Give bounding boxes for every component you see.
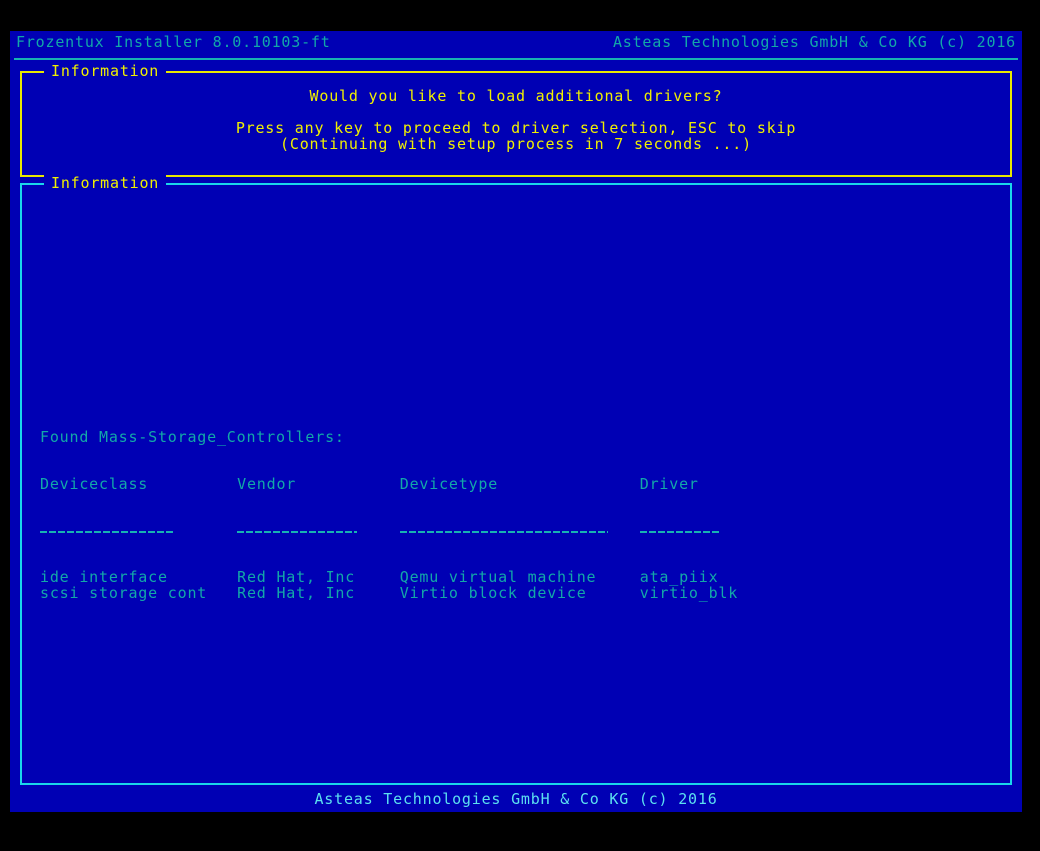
rule-cell-vendor <box>237 495 400 569</box>
column-header-vendor: Vendor <box>237 475 297 493</box>
prompt-dialog-title: Information <box>44 62 167 80</box>
table-row: ide interface Red Hat, Inc Qemu virtual … <box>40 569 777 585</box>
cell-driver: ata_piix <box>639 568 719 586</box>
vendor-copyright: Asteas Technologies GmbH & Co KG (c) 201… <box>612 33 1016 51</box>
cell-deviceclass: ide interface <box>40 568 168 586</box>
column-header-devicetype: Devicetype <box>399 475 499 493</box>
drivers-content: Found Mass-Storage_Controllers: Devicecl… <box>40 185 990 783</box>
cell-vendor: Red Hat, Inc <box>237 584 356 602</box>
cell-devicetype: Virtio block device <box>399 584 587 602</box>
information-drivers-dialog: Information Found Mass-Storage_Controlle… <box>20 174 1012 785</box>
header-bar: Frozentux Installer 8.0.10103-ft Asteas … <box>10 31 1022 53</box>
information-prompt-dialog: Information Would you like to load addit… <box>20 62 1012 177</box>
driver-table: Deviceclass Vendor Devicetype Driver ide… <box>40 475 777 601</box>
prompt-countdown-text: (Continuing with setup process in 7 seco… <box>280 135 752 153</box>
table-header-rule-row <box>40 495 777 569</box>
prompt-question-text: Would you like to load additional driver… <box>309 87 723 105</box>
table-row: scsi storage cont Red Hat, Inc Virtio bl… <box>40 585 777 601</box>
header-divider <box>14 58 1018 60</box>
column-header-driver: Driver <box>639 475 699 493</box>
rule-cell-driver <box>639 495 778 569</box>
cell-deviceclass: scsi storage cont <box>40 584 208 602</box>
found-controllers-label: Found Mass-Storage_Controllers: <box>40 428 345 446</box>
table-header-row: Deviceclass Vendor Devicetype Driver <box>40 475 777 495</box>
product-title: Frozentux Installer 8.0.10103-ft <box>16 33 331 51</box>
column-header-deviceclass: Deviceclass <box>40 475 149 493</box>
cell-vendor: Red Hat, Inc <box>237 568 356 586</box>
rule-cell-devicetype <box>399 495 640 569</box>
cell-driver: virtio_blk <box>639 584 739 602</box>
installer-screen: Frozentux Installer 8.0.10103-ft Asteas … <box>10 31 1022 812</box>
rule-cell-deviceclass <box>40 495 237 569</box>
footer-copyright: Asteas Technologies GmbH & Co KG (c) 201… <box>314 790 718 808</box>
cell-devicetype: Qemu virtual machine <box>399 568 597 586</box>
